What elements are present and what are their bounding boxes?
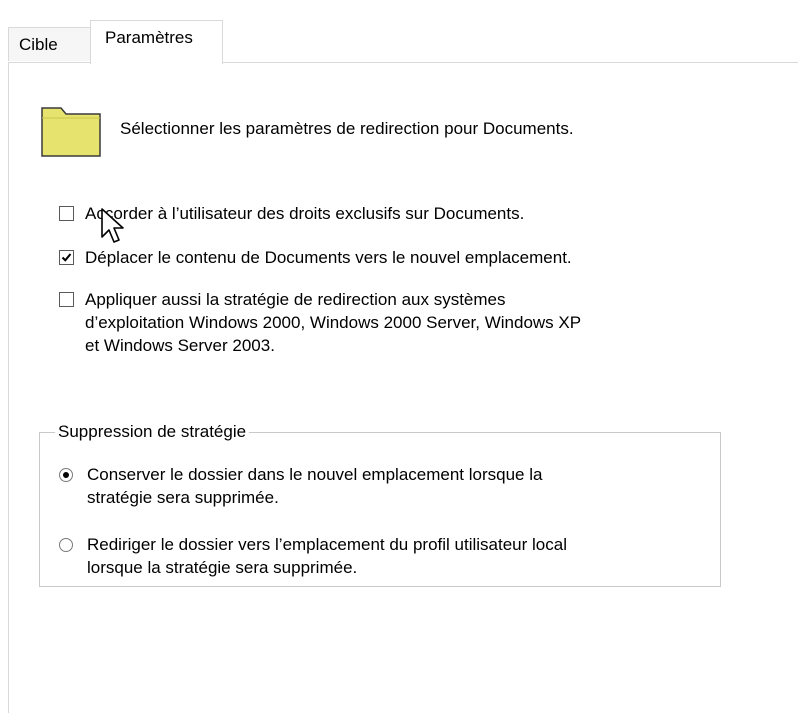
exclusive-rights-option[interactable]: Accorder à l’utilisateur des droits excl… xyxy=(59,204,524,225)
folder-icon xyxy=(41,107,101,157)
policy-removal-legend: Suppression de stratégie xyxy=(55,422,250,442)
legacy-os-option[interactable]: Appliquer aussi la stratégie de redirect… xyxy=(59,290,581,357)
mouse-pointer-icon xyxy=(101,208,124,243)
exclusive-rights-label: Accorder à l’utilisateur des droits excl… xyxy=(85,204,525,223)
page-description: Sélectionner les paramètres de redirecti… xyxy=(120,119,574,138)
redirect-back-option[interactable]: Rediriger le dossier vers l’emplacement … xyxy=(59,535,567,579)
move-contents-option[interactable]: Déplacer le contenu de Documents vers le… xyxy=(59,248,572,269)
move-contents-label: Déplacer le contenu de Documents vers le… xyxy=(85,248,572,267)
tab-cible[interactable]: Cible xyxy=(8,27,92,61)
keep-folder-label: Conserver le dossier dans le nouvel empl… xyxy=(87,465,543,507)
exclusive-rights-checkbox[interactable] xyxy=(59,206,74,221)
checkmark-icon xyxy=(61,253,72,262)
keep-folder-option[interactable]: Conserver le dossier dans le nouvel empl… xyxy=(59,465,542,509)
legacy-os-label: Appliquer aussi la stratégie de redirect… xyxy=(85,290,582,355)
redirect-back-label: Rediriger le dossier vers l’emplacement … xyxy=(87,535,567,577)
tab-strip: Cible Paramètres xyxy=(0,0,798,64)
move-contents-checkbox[interactable] xyxy=(59,250,74,265)
legacy-os-checkbox[interactable] xyxy=(59,292,74,307)
tab-panel-parametres xyxy=(8,62,798,713)
tab-parametres[interactable]: Paramètres xyxy=(90,20,223,64)
redirect-back-radio[interactable] xyxy=(59,538,73,552)
keep-folder-radio[interactable] xyxy=(59,468,73,482)
